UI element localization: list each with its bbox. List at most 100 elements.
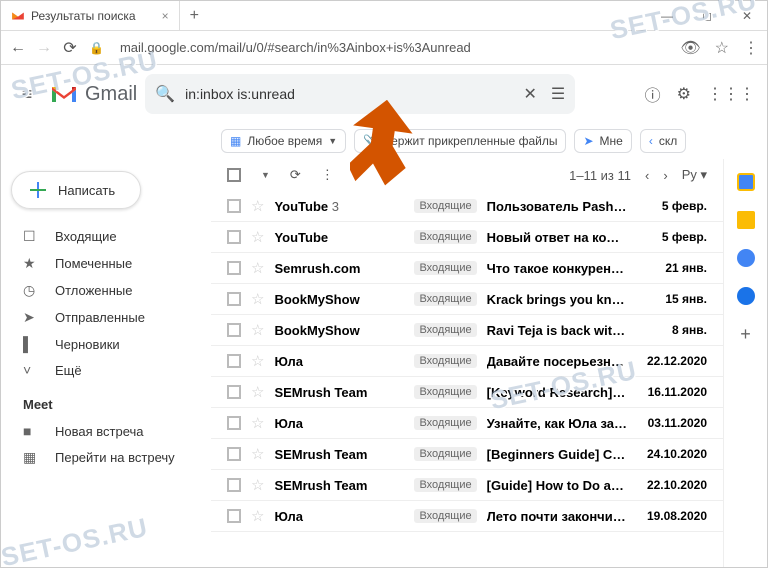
row-checkbox[interactable] [227, 354, 241, 368]
email-row[interactable]: ☆SEMrush TeamВходящие[Keyword Research] … [211, 377, 723, 408]
contacts-app-icon[interactable] [737, 287, 755, 305]
gmail-favicon [11, 9, 25, 23]
email-row[interactable]: ☆BookMyShowВходящиеKrack brings you knuc… [211, 284, 723, 315]
browser-menu-icon[interactable]: ⋮ [743, 38, 759, 58]
main-menu-icon[interactable]: ≡ [13, 84, 41, 105]
close-tab-icon[interactable]: × [162, 9, 169, 23]
meet-join[interactable]: ▦Перейти на встречу [1, 444, 211, 471]
star-icon[interactable]: ☆ [251, 383, 264, 401]
nav-reload-icon[interactable]: ⟳ [61, 38, 79, 58]
row-checkbox[interactable] [227, 230, 241, 244]
chip-exclude[interactable]: ‹скл [640, 129, 686, 153]
date: 24.10.2020 [637, 447, 707, 461]
chip-to-me[interactable]: ➤Мне [574, 129, 631, 153]
sidebar-item-5[interactable]: ˅Ещё [1, 357, 211, 383]
window-maximize[interactable]: ◻ [687, 1, 727, 31]
subject: Давайте посерьезнее - [487, 354, 627, 369]
bookmark-star-icon[interactable]: ☆ [715, 38, 729, 58]
email-row[interactable]: ☆YouTubeВходящиеНовый ответ на комм...5 … [211, 222, 723, 253]
label-badge: Входящие [414, 323, 476, 337]
row-checkbox[interactable] [227, 416, 241, 430]
subject: [Keyword Research] W... [487, 385, 627, 400]
sidebar-item-4[interactable]: ▌Черновики [1, 331, 211, 357]
sidebar-item-3[interactable]: ➤Отправленные [1, 304, 211, 331]
more-icon[interactable]: ⋮ [321, 167, 334, 183]
keep-app-icon[interactable] [737, 211, 755, 229]
chip-attachment[interactable]: 📎держит прикрепленные файлы [354, 129, 566, 153]
star-icon[interactable]: ☆ [251, 352, 264, 370]
email-row[interactable]: ☆ЮлаВходящиеДавайте посерьезнее -22.12.2… [211, 346, 723, 377]
star-icon[interactable]: ☆ [251, 445, 264, 463]
input-lang[interactable]: Ру ▾ [682, 167, 707, 183]
email-row[interactable]: ☆ЮлаВходящиеУзнайте, как Юла заб...03.11… [211, 408, 723, 439]
clear-search-icon[interactable]: ✕ [523, 84, 536, 104]
page-next-icon[interactable]: › [663, 168, 667, 183]
browser-tab[interactable]: Результаты поиска × [1, 1, 180, 31]
star-icon[interactable]: ☆ [251, 476, 264, 494]
row-checkbox[interactable] [227, 292, 241, 306]
star-icon[interactable]: ☆ [251, 414, 264, 432]
search-icon[interactable]: 🔍 [155, 84, 175, 104]
row-checkbox[interactable] [227, 199, 241, 213]
subject: Новый ответ на комм... [487, 230, 627, 245]
row-checkbox[interactable] [227, 385, 241, 399]
new-tab-button[interactable]: + [180, 7, 209, 25]
meet-new[interactable]: ■Новая встреча [1, 418, 211, 444]
window-minimize[interactable]: ― [647, 1, 687, 31]
select-all-checkbox[interactable] [227, 168, 241, 182]
star-icon[interactable]: ☆ [251, 321, 264, 339]
row-checkbox[interactable] [227, 447, 241, 461]
email-row[interactable]: ☆ЮлаВходящиеЛето почти закончил...19.08.… [211, 501, 723, 532]
url-field[interactable]: mail.google.com/mail/u/0/#search/in%3Ain… [114, 36, 670, 59]
subject: Лето почти закончил... [487, 509, 627, 524]
email-row[interactable]: ☆SEMrush TeamВходящие[Guide] How to Do a… [211, 470, 723, 501]
date: 5 февр. [637, 230, 707, 244]
row-checkbox[interactable] [227, 509, 241, 523]
star-icon[interactable]: ☆ [251, 290, 264, 308]
refresh-icon[interactable]: ⟳ [290, 167, 301, 183]
row-checkbox[interactable] [227, 261, 241, 275]
search-bar[interactable]: 🔍 ✕ ☰ [145, 74, 575, 114]
star-icon[interactable]: ☆ [251, 507, 264, 525]
calendar-app-icon[interactable] [737, 173, 755, 191]
search-input[interactable] [185, 86, 513, 102]
date: 5 февр. [637, 199, 707, 213]
nav-forward-icon: → [35, 39, 53, 57]
sender: Юла [274, 509, 404, 524]
star-icon[interactable]: ☆ [251, 259, 264, 277]
date: 16.11.2020 [637, 385, 707, 399]
eye-icon[interactable]: 👁 [680, 38, 700, 58]
email-row[interactable]: ☆SEMrush TeamВходящие[Beginners Guide] C… [211, 439, 723, 470]
gmail-logo[interactable]: Gmail [49, 83, 137, 106]
compose-button[interactable]: Написать [11, 171, 141, 209]
apps-grid-icon[interactable]: ⋮⋮⋮ [707, 84, 755, 104]
email-row[interactable]: ☆Semrush.comВходящиеЧто такое конкурентн… [211, 253, 723, 284]
support-icon[interactable]: ⓘ [645, 82, 661, 106]
star-icon[interactable]: ☆ [251, 228, 264, 246]
label-badge: Входящие [414, 416, 476, 430]
star-icon[interactable]: ☆ [251, 197, 264, 215]
search-options-icon[interactable]: ☰ [551, 84, 565, 104]
gmail-m-icon [49, 83, 79, 105]
label-badge: Входящие [414, 292, 476, 306]
sidebar-item-1[interactable]: ★Помеченные [1, 250, 211, 277]
window-close[interactable]: ✕ [727, 1, 767, 31]
subject: [Guide] How to Do a C... [487, 478, 627, 493]
nav-back-icon[interactable]: ← [9, 39, 27, 57]
sidebar-item-0[interactable]: ☐Входящие [1, 223, 211, 250]
page-prev-icon[interactable]: ‹ [645, 168, 649, 183]
sidebar-item-2[interactable]: ◷Отложенные [1, 277, 211, 304]
sender: YouTube 3 [274, 199, 404, 214]
email-row[interactable]: ☆BookMyShowВходящиеRavi Teja is back wit… [211, 315, 723, 346]
row-checkbox[interactable] [227, 323, 241, 337]
label-badge: Входящие [414, 199, 476, 213]
settings-gear-icon[interactable]: ⚙ [677, 84, 691, 104]
email-row[interactable]: ☆YouTube 3ВходящиеПользователь Pashka ..… [211, 191, 723, 222]
chip-time[interactable]: ▦Любое время▼ [221, 129, 346, 153]
chevron-down-icon[interactable]: ▼ [261, 170, 270, 180]
row-checkbox[interactable] [227, 478, 241, 492]
tasks-app-icon[interactable] [737, 249, 755, 267]
lock-icon[interactable]: 🔒 [89, 41, 104, 55]
add-app-icon[interactable]: + [737, 325, 755, 343]
nav-icon: ◷ [23, 282, 41, 299]
